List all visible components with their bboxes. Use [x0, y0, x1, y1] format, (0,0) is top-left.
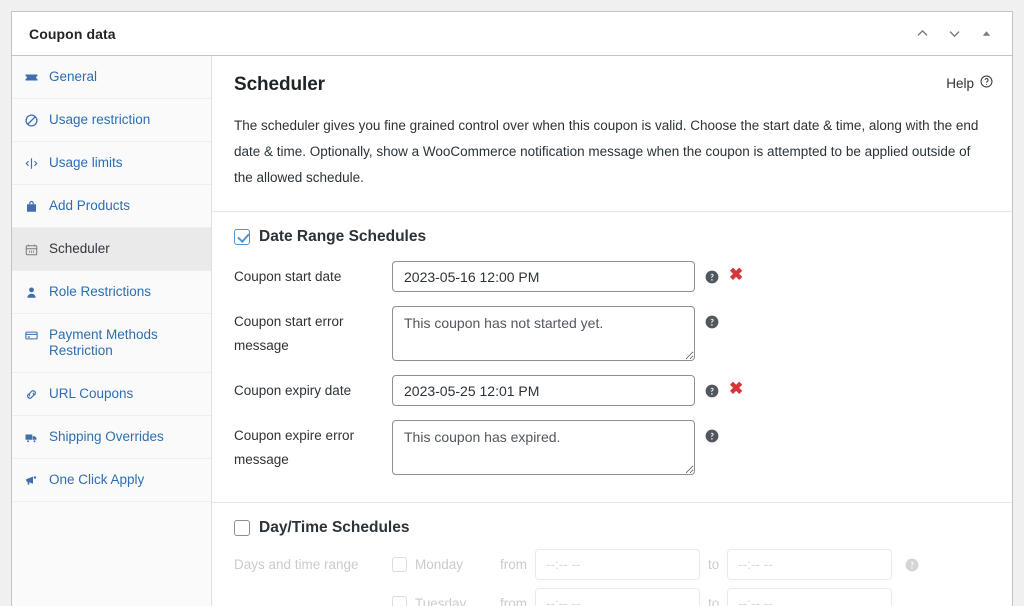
link-icon: [23, 386, 39, 402]
sidebar-item-label: Usage limits: [49, 155, 123, 170]
date-range-schedules-label: Date Range Schedules: [259, 228, 427, 245]
sidebar-item-usage-limits[interactable]: Usage limits: [12, 142, 211, 185]
date-range-schedules-checkbox[interactable]: [234, 229, 250, 245]
coupon-expiry-date-label: Coupon expiry date: [234, 383, 352, 398]
calendar-icon: [23, 241, 39, 257]
coupon-start-error-textarea[interactable]: This coupon has not started yet.: [392, 306, 695, 361]
coupon-start-error-row: Coupon start error message This coupon h…: [234, 299, 990, 368]
truck-icon: [23, 429, 39, 445]
scheduler-description: The scheduler gives you fine grained con…: [234, 118, 979, 185]
monday-checkbox[interactable]: [392, 557, 407, 572]
tuesday-label: Tuesday: [415, 596, 467, 606]
sidebar-item-label: URL Coupons: [49, 386, 134, 401]
sidebar-item-label: Payment Methods Restriction: [49, 327, 158, 358]
help-link[interactable]: Help: [946, 74, 994, 92]
sidebar-item-label: Add Products: [49, 198, 131, 213]
days-and-time-range-label: Days and time range: [234, 557, 359, 572]
sidebar-item-url-coupons[interactable]: URL Coupons: [12, 373, 211, 416]
bag-icon: [23, 198, 39, 214]
page-title: Scheduler: [234, 74, 325, 95]
sidebar-item-general[interactable]: General: [12, 56, 211, 99]
scheduler-content: Help Scheduler The scheduler gives you f…: [212, 56, 1012, 606]
help-tip-icon[interactable]: [704, 314, 720, 330]
credit-card-icon: [23, 327, 39, 343]
to-label: to: [708, 596, 720, 606]
coupon-start-date-input[interactable]: [392, 261, 695, 292]
chevron-down-icon[interactable]: [940, 20, 968, 48]
sidebar-item-label: Usage restriction: [49, 112, 151, 127]
sidebar-item-one-click-apply[interactable]: One Click Apply: [12, 459, 211, 502]
help-tip-icon[interactable]: [704, 269, 720, 285]
sidebar-item-label: General: [49, 69, 98, 84]
help-circle-icon: [979, 74, 994, 92]
coupon-expiry-date-input[interactable]: [392, 375, 695, 406]
coupon-data-panel: Coupon data General Usage restriction Us…: [11, 11, 1013, 606]
date-range-header: Date Range Schedules: [234, 212, 990, 254]
coupon-expire-error-label: Coupon expire error message: [234, 428, 355, 467]
sidebar-item-role-restrictions[interactable]: Role Restrictions: [12, 271, 211, 314]
sidebar-item-add-products[interactable]: Add Products: [12, 185, 211, 228]
to-label: to: [708, 557, 720, 572]
from-label: from: [500, 557, 527, 572]
person-icon: [23, 284, 39, 300]
sidebar-item-label: Role Restrictions: [49, 284, 152, 299]
day-time-schedules-label: Day/Time Schedules: [259, 519, 410, 536]
date-range-schedules-block: Date Range Schedules Coupon start date 2…: [212, 212, 1012, 482]
help-tip-icon[interactable]: [704, 428, 720, 444]
coupon-start-error-label: Coupon start error message: [234, 314, 344, 353]
monday-label: Monday: [415, 557, 464, 572]
monday-to-input[interactable]: [727, 549, 893, 580]
ticket-icon: [23, 69, 39, 85]
tuesday-checkbox[interactable]: [392, 596, 407, 606]
panel-titlebar: Coupon data: [12, 12, 1012, 56]
sidebar-item-label: Shipping Overrides: [49, 429, 164, 444]
sidebar-item-shipping-overrides[interactable]: Shipping Overrides: [12, 416, 211, 459]
megaphone-icon: [23, 472, 39, 488]
content-header: Help Scheduler The scheduler gives you f…: [212, 56, 1012, 191]
day-row-tuesday: Tuesday from to: [234, 584, 990, 606]
help-tip-icon[interactable]: [704, 383, 720, 399]
sidebar-item-label: One Click Apply: [49, 472, 145, 487]
delete-start-date-icon[interactable]: ✖: [729, 266, 743, 283]
from-label: from: [500, 596, 527, 606]
panel-title: Coupon data: [29, 25, 116, 42]
panel-body: General Usage restriction Usage limits A…: [12, 56, 1012, 606]
day-time-schedules-checkbox[interactable]: [234, 520, 250, 536]
coupon-expire-error-textarea[interactable]: This coupon has expired.: [392, 420, 695, 475]
limits-icon: [23, 155, 39, 171]
tuesday-from-input[interactable]: [535, 588, 700, 606]
help-label: Help: [946, 75, 974, 91]
coupon-expire-error-row: Coupon expire error message This coupon …: [234, 413, 990, 482]
sidebar-item-payment-methods-restriction[interactable]: Payment Methods Restriction: [12, 314, 211, 373]
panel-controls: [908, 20, 1000, 48]
monday-from-input[interactable]: [535, 549, 700, 580]
triangle-up-icon[interactable]: [972, 20, 1000, 48]
delete-expiry-date-icon[interactable]: ✖: [729, 380, 743, 397]
day-row-monday: Days and time range Monday from to: [234, 545, 990, 584]
day-time-schedules-block: Day/Time Schedules Days and time range M…: [212, 503, 1012, 606]
coupon-data-sidebar: General Usage restriction Usage limits A…: [12, 56, 212, 606]
tuesday-to-input[interactable]: [727, 588, 893, 606]
day-time-header: Day/Time Schedules: [234, 503, 990, 545]
chevron-up-icon[interactable]: [908, 20, 936, 48]
help-tip-icon[interactable]: [904, 557, 920, 573]
coupon-start-date-row: Coupon start date ✖: [234, 254, 990, 299]
sidebar-item-label: Scheduler: [49, 241, 110, 256]
block-icon: [23, 112, 39, 128]
coupon-expiry-date-row: Coupon expiry date ✖: [234, 368, 990, 413]
sidebar-item-usage-restriction[interactable]: Usage restriction: [12, 99, 211, 142]
sidebar-item-scheduler[interactable]: Scheduler: [12, 228, 211, 271]
coupon-start-date-label: Coupon start date: [234, 269, 342, 284]
